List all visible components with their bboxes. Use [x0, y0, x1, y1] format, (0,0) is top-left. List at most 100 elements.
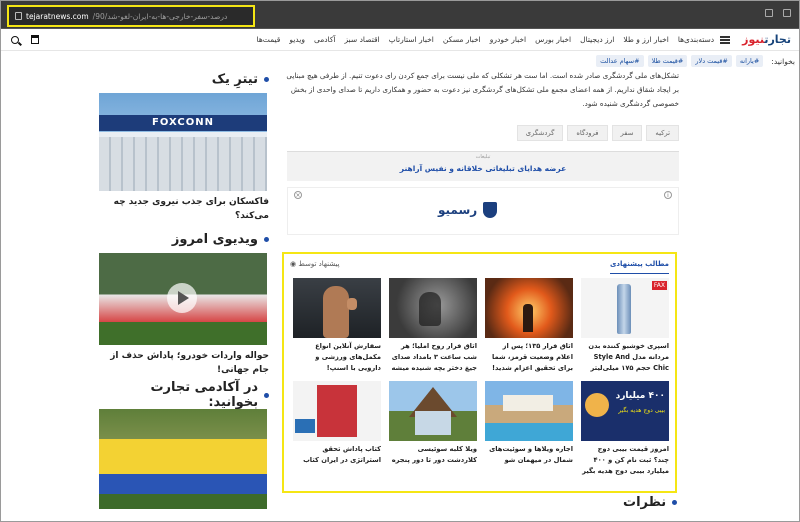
video-caption[interactable]: حواله واردات خودرو؛ پاداش حذف از جام جها…: [99, 349, 269, 377]
translate-icon[interactable]: [765, 9, 773, 17]
bookmark-icon[interactable]: [783, 9, 791, 17]
card-title: اتاق فرار ۱۳۵؛ پس از اعلام وضعیت قرمز، ش…: [491, 342, 573, 372]
recommended-card[interactable]: اتاق فرار ۱۳۵؛ پس از اعلام وضعیت قرمز، ش…: [485, 278, 573, 377]
card-title: اسپری خوشبو کننده بدن مردانه مدل Style A…: [588, 342, 669, 372]
rasmio-text: رسمیو: [438, 203, 478, 217]
rasmio-logo-icon: [483, 202, 498, 218]
url-path: /درصد-سفر-خارجی-ها-به-ایران-لغو-شد/90: [92, 11, 228, 21]
read-tags-bar: بخوانید: #یارانه #قیمت دلار #قیمت طلا #س…: [285, 54, 795, 68]
url-field[interactable]: tejaratnews.com /درصد-سفر-خارجی-ها-به-ای…: [7, 5, 255, 27]
recommended-card[interactable]: ویلا کلبه سوئیسی کلاردشت دور تا دور پنجر…: [389, 381, 477, 480]
bullet-icon: [264, 76, 269, 82]
comments-section-title: نظرات: [623, 495, 678, 510]
article-tags: ترکیه سفر فرودگاه گردشگری: [285, 125, 679, 141]
card-title: کتاب پاداش تحقق استراتژی در ایران کتاب: [303, 445, 381, 464]
article-tag[interactable]: فرودگاه: [567, 125, 608, 141]
villa-pool-image: [485, 381, 573, 441]
section-title-text: در آکادمی تجارت بخوانید:: [150, 380, 259, 410]
nav-item-crypto[interactable]: ارز دیجیتال: [580, 35, 614, 44]
recommended-card[interactable]: سفارش آنلاین انواع مکمل‌های ورزشی و دارو…: [293, 278, 381, 377]
section-title-tiztik: تیترِ یک: [99, 69, 269, 89]
ad-banner[interactable]: تبلیغات عرضه هدایای تبلیغاتی خلاقانه و ن…: [287, 151, 679, 181]
recommended-widget: مطالب پیشنهادی پیشنهاد توسط ◉ FAX اسپری …: [282, 252, 677, 493]
recommended-grid: FAX اسپری خوشبو کننده بدن مردانه مدل Sty…: [290, 278, 669, 480]
bullet-icon: [672, 500, 678, 505]
foxconn-label: FOXCONN: [99, 115, 267, 131]
search-icon[interactable]: [11, 35, 19, 44]
lock-icon: [15, 12, 22, 20]
nav-item-video[interactable]: ویدیو: [289, 35, 305, 44]
book-image: [293, 381, 381, 441]
url-domain: tejaratnews.com: [26, 11, 89, 21]
spray-image: FAX: [581, 278, 669, 338]
video-thumbnail[interactable]: [99, 253, 267, 345]
card-title: اجاره ویلاها و سوئیت‌های شمال در میهمان …: [489, 445, 573, 464]
nav-item-bourse[interactable]: اخبار بورس: [535, 35, 571, 44]
close-icon[interactable]: ×: [294, 191, 302, 199]
recommended-title: مطالب پیشنهادی: [610, 260, 669, 274]
sidebar: تیترِ یک FOXCONN فاکسکان برای جذب نیروی …: [99, 69, 269, 509]
babydoge-image: ۴۰۰ میلیارد بیبی دوج هدیه بگیر: [581, 381, 669, 441]
nav-item-housing[interactable]: اخبار مسکن: [443, 35, 481, 44]
ad-label: تبلیغات: [475, 154, 491, 160]
article-tag[interactable]: ترکیه: [646, 125, 679, 141]
foxconn-image[interactable]: FOXCONN: [99, 93, 267, 191]
hamburger-menu-icon[interactable]: [720, 35, 731, 44]
tag-gold-price[interactable]: #قیمت طلا: [647, 55, 688, 67]
section-title-academy: در آکادمی تجارت بخوانید:: [99, 380, 269, 410]
tags-label: بخوانید:: [771, 56, 795, 66]
card-title: سفارش آنلاین انواع مکمل‌های ورزشی و دارو…: [315, 342, 381, 372]
card-title: امروز قیمت بیبی دوج چند؟ ثبت نام کن و ۴۰…: [582, 445, 669, 475]
recommended-card[interactable]: اجاره ویلاها و سوئیت‌های شمال در میهمان …: [485, 381, 573, 480]
tag-dollar-price[interactable]: #قیمت دلار: [691, 55, 732, 67]
rasmio-brand: رسمیو: [438, 202, 498, 218]
info-icon[interactable]: i: [664, 191, 672, 199]
nav-menu: دسته‌بندی‌ها اخبار ارز و طلا ارز دیجیتال…: [257, 35, 715, 44]
browser-window: tejaratnews.com /درصد-سفر-خارجی-ها-به-ای…: [0, 0, 800, 522]
browser-address-bar: tejaratnews.com /درصد-سفر-خارجی-ها-به-ای…: [1, 1, 799, 29]
ad-text[interactable]: عرضه هدایای تبلیغاتی خلاقانه و نفیس آراه…: [287, 164, 679, 173]
nav-item-academy[interactable]: آکادمی: [314, 35, 336, 44]
nav-item-categories[interactable]: دسته‌بندی‌ها: [678, 35, 714, 44]
fire-image: [485, 278, 573, 338]
logo-accent: نیوز: [742, 33, 765, 46]
article-body: تشکل‌های ملی گردشگری صادر شده است. اما س…: [285, 69, 679, 235]
doge-sub: بیبی دوج هدیه بگیر: [618, 407, 665, 414]
nav-tools: [11, 35, 39, 44]
academy-image[interactable]: [99, 409, 267, 509]
browser-toolbar-icons: [765, 9, 791, 17]
site-nav: تجارتنیوز دسته‌بندی‌ها اخبار ارز و طلا ا…: [1, 29, 799, 51]
card-title: اتاق فرار روح املیا؛ هر شب ساعت ۳ بامداد…: [391, 342, 477, 372]
section-title-video: ویدیوی امروز: [99, 229, 269, 249]
recommended-card[interactable]: ۴۰۰ میلیارد بیبی دوج هدیه بگیر امروز قیم…: [581, 381, 669, 480]
fax-badge: FAX: [651, 281, 667, 290]
rasmio-ad[interactable]: i × رسمیو: [287, 187, 679, 235]
article-tag[interactable]: گردشگری: [516, 125, 564, 141]
tag-justice-shares[interactable]: #سهام عدالت: [596, 55, 644, 67]
athlete-image: [293, 278, 381, 338]
swiss-cabin-image: [389, 381, 477, 441]
bullet-icon: [264, 236, 269, 242]
nav-item-startup[interactable]: اخبار استارتاپ: [389, 35, 434, 44]
recommended-sponsor[interactable]: پیشنهاد توسط ◉: [290, 260, 340, 274]
sponsor-label: پیشنهاد توسط: [298, 260, 340, 268]
recommended-card[interactable]: FAX اسپری خوشبو کننده بدن مردانه مدل Sty…: [581, 278, 669, 377]
nav-item-fx-gold[interactable]: اخبار ارز و طلا: [623, 35, 668, 44]
doge-amount: ۴۰۰ میلیارد: [615, 391, 665, 401]
section-title-text: تیترِ یک: [211, 71, 258, 87]
recommended-card[interactable]: کتاب پاداش تحقق استراتژی در ایران کتاب: [293, 381, 381, 480]
calendar-icon[interactable]: [31, 35, 39, 44]
card-title: ویلا کلبه سوئیسی کلاردشت دور تا دور پنجر…: [391, 445, 477, 464]
article-paragraph: تشکل‌های ملی گردشگری صادر شده است. اما س…: [286, 71, 679, 108]
recommended-card[interactable]: اتاق فرار روح املیا؛ هر شب ساعت ۳ بامداد…: [389, 278, 477, 377]
nav-item-auto[interactable]: اخبار خودرو: [490, 35, 526, 44]
bullet-icon: [264, 392, 269, 398]
section-title-text: ویدیوی امروز: [171, 231, 258, 247]
logo-text: تجارت: [764, 33, 791, 46]
nav-item-prices[interactable]: قیمت‌ها: [257, 35, 281, 44]
tag-subsidy[interactable]: #یارانه: [735, 55, 764, 67]
nav-item-green-economy[interactable]: اقتصاد سبز: [345, 35, 380, 44]
tiztik-caption[interactable]: فاکسکان برای جذب نیروی جدید چه می‌کند؟: [99, 195, 269, 223]
article-tag[interactable]: سفر: [611, 125, 643, 141]
site-logo[interactable]: تجارتنیوز: [742, 33, 791, 46]
